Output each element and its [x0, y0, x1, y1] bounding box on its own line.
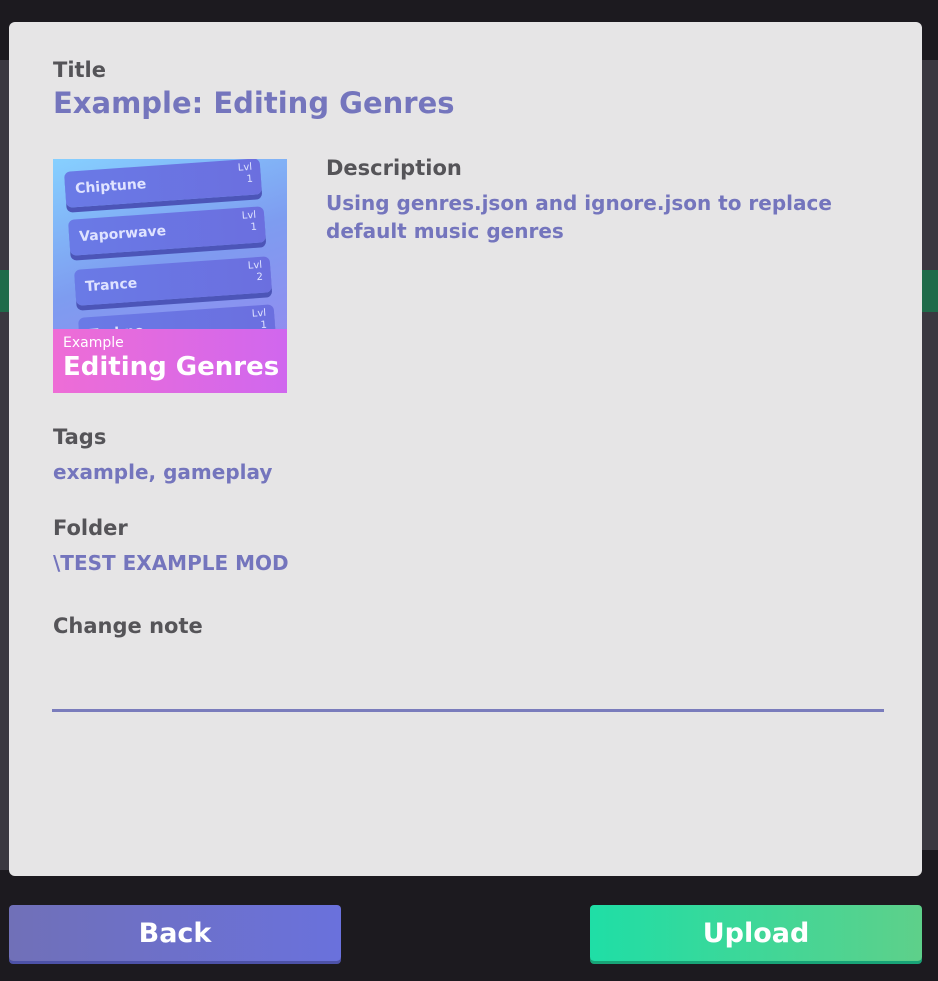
thumbnail-tile: Vaporwave Lvl 1 — [67, 206, 267, 256]
back-button-label: Back — [138, 917, 212, 949]
caption-big: Editing Genres — [63, 352, 280, 382]
upload-button[interactable]: Upload — [590, 905, 922, 961]
caption-small: Example — [63, 335, 124, 351]
mod-thumbnail: Chiptune Lvl 1 Vaporwave Lvl 1 Trance Lvl 2… — [53, 159, 287, 393]
folder-label: Folder — [53, 516, 128, 540]
thumbnail-caption: Example Editing Genres — [53, 329, 287, 393]
tile-name: Vaporwave — [78, 223, 167, 246]
description-value: Using genres.json and ignore.json to rep… — [326, 191, 832, 243]
background-accent-right — [922, 270, 938, 312]
change-note-underline — [52, 709, 884, 712]
title-label: Title — [53, 58, 107, 82]
tile-level: Lvl 1 — [237, 161, 254, 186]
description-label: Description — [326, 156, 462, 180]
title-value: Example: Editing Genres — [53, 86, 455, 120]
tile-name: Trance — [84, 275, 138, 296]
tags-label: Tags — [53, 425, 107, 449]
change-note-label: Change note — [53, 614, 203, 638]
background-panel-right — [922, 60, 938, 850]
tile-level: Lvl 2 — [247, 259, 264, 284]
upload-details-panel: Title Example: Editing Genres Chiptune L… — [9, 22, 922, 876]
thumbnail-tile: Chiptune Lvl 1 — [63, 159, 263, 208]
change-note-input[interactable] — [52, 667, 888, 709]
folder-value: \TEST EXAMPLE MOD — [53, 551, 289, 575]
tile-name: Chiptune — [74, 176, 147, 198]
tile-level: Lvl 1 — [241, 209, 258, 234]
upload-button-label: Upload — [702, 917, 810, 949]
back-button[interactable]: Back — [9, 905, 341, 961]
thumbnail-tile: Trance Lvl 2 — [73, 256, 273, 306]
tags-value: example, gameplay — [53, 460, 273, 484]
